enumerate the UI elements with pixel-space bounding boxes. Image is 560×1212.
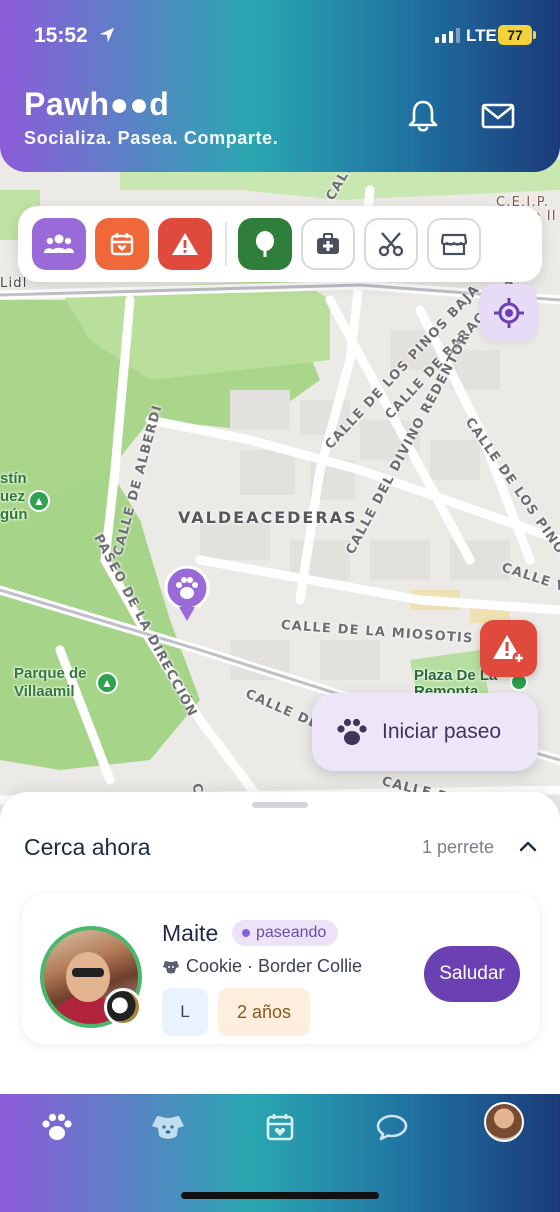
map-filter-bar	[18, 206, 542, 282]
filter-divider	[225, 222, 227, 266]
grooming-filter-button[interactable]	[364, 218, 418, 270]
mail-icon[interactable]	[478, 96, 518, 136]
parks-filter-button[interactable]	[238, 218, 292, 270]
status-time: 15:52	[34, 24, 88, 47]
app-header: 15:52 LTE 77 Pawh●●d Socializa. Pasea. C…	[0, 0, 560, 172]
calendar-heart-icon	[266, 1114, 294, 1141]
tab-chat[interactable]	[367, 1102, 417, 1152]
dog-face-icon	[163, 960, 179, 973]
tree-icon	[256, 231, 274, 257]
battery-icon: 77	[498, 25, 536, 45]
owner-name: Maite	[162, 920, 219, 946]
chevron-up-icon[interactable]	[518, 838, 538, 854]
app-tagline: Socializa. Pasea. Comparte.	[24, 128, 279, 148]
location-arrow-icon	[99, 27, 115, 43]
paw-icon	[337, 718, 367, 745]
dog-breed: Cookie · Border Collie	[186, 956, 363, 976]
park-label: Parque de Villaamil	[14, 665, 87, 700]
report-alert-button[interactable]	[480, 620, 537, 677]
status-bar: 15:52 LTE 77	[0, 22, 560, 52]
medkit-icon	[317, 233, 339, 254]
paw-icon	[42, 1113, 72, 1140]
events-filter-button[interactable]	[95, 218, 149, 270]
locate-me-button[interactable]	[480, 284, 537, 341]
walker-map-pin-icon[interactable]	[163, 566, 211, 624]
add-warning-icon	[492, 634, 525, 664]
shops-filter-button[interactable]	[427, 218, 481, 270]
start-walk-label: Iniciar paseo	[382, 720, 502, 743]
people-icon	[44, 234, 74, 253]
nearby-sheet: Cerca ahora 1 perrete Maite paseando Coo…	[0, 792, 560, 1102]
crosshair-icon	[493, 297, 524, 328]
vets-filter-button[interactable]	[301, 218, 355, 270]
park-pin-icon[interactable]: ▲	[96, 672, 118, 694]
nearby-walker-card[interactable]: Maite paseando Cookie · Border Collie L …	[22, 894, 540, 1044]
dog-icon	[152, 1116, 184, 1139]
park-pin-icon[interactable]: ▲	[28, 490, 50, 512]
dog-size-tag: L	[162, 988, 208, 1036]
calendar-icon	[110, 233, 134, 256]
district-label: VALDEACEDERAS	[178, 508, 358, 527]
scissors-icon	[378, 232, 404, 257]
bottom-tab-bar	[0, 1094, 560, 1212]
tab-profile-avatar[interactable]	[484, 1102, 524, 1142]
tab-events[interactable]	[255, 1102, 305, 1152]
warning-icon	[172, 233, 198, 255]
greet-button[interactable]: Saludar	[424, 946, 520, 1002]
dog-age-tag: 2 años	[218, 988, 310, 1036]
store-icon	[441, 233, 467, 256]
sheet-handle[interactable]	[252, 802, 308, 808]
signal-icon	[435, 28, 460, 43]
shop-label: Lidl	[0, 276, 28, 291]
park-label-partial: stín uez gún	[0, 470, 28, 523]
network-label: LTE	[466, 26, 497, 45]
status-badge: paseando	[232, 920, 339, 946]
chat-icon	[376, 1114, 408, 1141]
alerts-filter-button[interactable]	[158, 218, 212, 270]
tab-map[interactable]	[32, 1102, 82, 1152]
nearby-count: 1 perrete	[422, 837, 495, 857]
start-walk-button[interactable]: Iniciar paseo	[312, 693, 538, 771]
nearby-title: Cerca ahora	[24, 834, 151, 860]
home-indicator	[181, 1192, 379, 1199]
dog-avatar	[104, 988, 142, 1026]
app-logo: Pawh●●d	[24, 86, 170, 122]
tab-dogs[interactable]	[143, 1102, 193, 1152]
dog-info: Cookie · Border Collie	[162, 956, 362, 977]
bell-icon[interactable]	[403, 96, 443, 136]
people-filter-button[interactable]	[32, 218, 86, 270]
